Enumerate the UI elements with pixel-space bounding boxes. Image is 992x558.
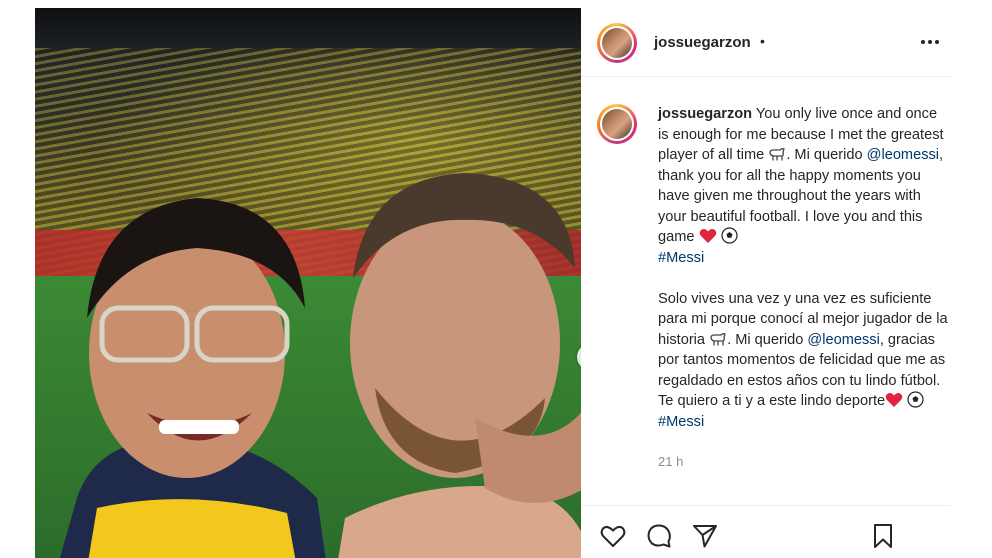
caption-username[interactable]: jossuegarzon [658,106,752,122]
caption: jossuegarzon You only live once and once… [597,104,951,494]
action-bar [581,514,951,554]
more-options-icon[interactable] [919,34,941,50]
post-details-panel: jossuegarzon • jossuegarzon You only liv… [581,8,951,558]
post-timestamp[interactable]: 21 h [658,454,683,469]
mention-leomessi-es[interactable]: @leomessi [807,332,879,348]
divider [581,505,951,506]
selfie-person-right [338,173,581,558]
goat-emoji-icon [769,148,786,161]
goat-emoji-icon [710,332,726,346]
soccer-ball-emoji-icon [907,391,924,408]
selfie-person-left [59,198,326,558]
hashtag-messi-es[interactable]: #Messi [658,414,704,430]
caption-es-part2: . Mi querido [727,331,804,348]
paper-plane-icon[interactable] [691,522,719,550]
soccer-ball-emoji-icon [721,227,738,244]
post-header: jossuegarzon • [581,8,951,77]
caption-en-part2: . Mi querido [786,147,863,163]
heart-icon[interactable] [599,522,627,550]
comment-icon[interactable] [645,522,673,550]
separator-dot: • [760,33,765,49]
hashtag-messi[interactable]: #Messi [658,250,704,266]
avatar[interactable] [597,23,637,63]
caption-avatar[interactable] [597,104,637,144]
username-link[interactable]: jossuegarzon [654,34,751,51]
mention-leomessi[interactable]: @leomessi [867,147,939,163]
post-photo[interactable] [35,8,581,558]
red-heart-emoji-icon [699,229,716,243]
caption-text: jossuegarzon You only live once and once… [658,104,950,432]
red-heart-emoji-icon [885,393,903,407]
bookmark-icon[interactable] [869,522,897,550]
